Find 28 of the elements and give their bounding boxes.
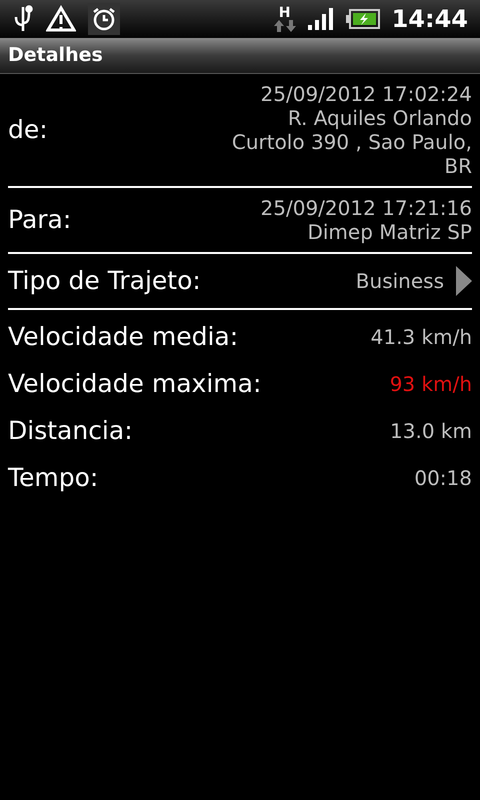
data-arrows-icon — [274, 20, 296, 32]
stat-value: 41.3 km/h — [370, 324, 472, 351]
address-text: Dimep Matriz SP — [307, 220, 472, 244]
field-label: de: — [8, 114, 48, 146]
stat-label: Velocidade maxima: — [8, 368, 262, 400]
trip-type-value: Business — [356, 268, 444, 295]
field-label: Para: — [8, 204, 72, 236]
stat-label: Distancia: — [8, 415, 133, 448]
stat-value: 93 km/h — [390, 371, 472, 398]
usb-icon — [12, 5, 34, 33]
datetime-text: 25/09/2012 17:02:24 — [260, 82, 472, 106]
stat-label: Velocidade media: — [8, 321, 238, 354]
datetime-text: 25/09/2012 17:21:16 — [260, 196, 472, 220]
address-text: BR — [444, 154, 472, 178]
warning-icon — [46, 5, 76, 33]
address-text: Curtolo 390 , Sao Paulo, — [232, 130, 472, 154]
field-label: Tipo de Trajeto: — [8, 265, 201, 297]
address-text: R. Aquiles Orlando — [288, 106, 472, 130]
clock-text: 14:44 — [392, 4, 468, 35]
screen-title: Detalhes — [8, 43, 103, 68]
trip-type-row[interactable]: Tipo de Trajeto: Business — [0, 258, 480, 304]
network-type-text: H — [278, 6, 290, 20]
battery-charging-icon — [346, 9, 380, 29]
chevron-right-icon — [456, 266, 472, 296]
stat-value: 00:18 — [414, 465, 472, 492]
signal-icon — [308, 8, 334, 30]
stat-value: 13.0 km — [390, 418, 472, 445]
stat-label: Tempo: — [8, 462, 98, 494]
